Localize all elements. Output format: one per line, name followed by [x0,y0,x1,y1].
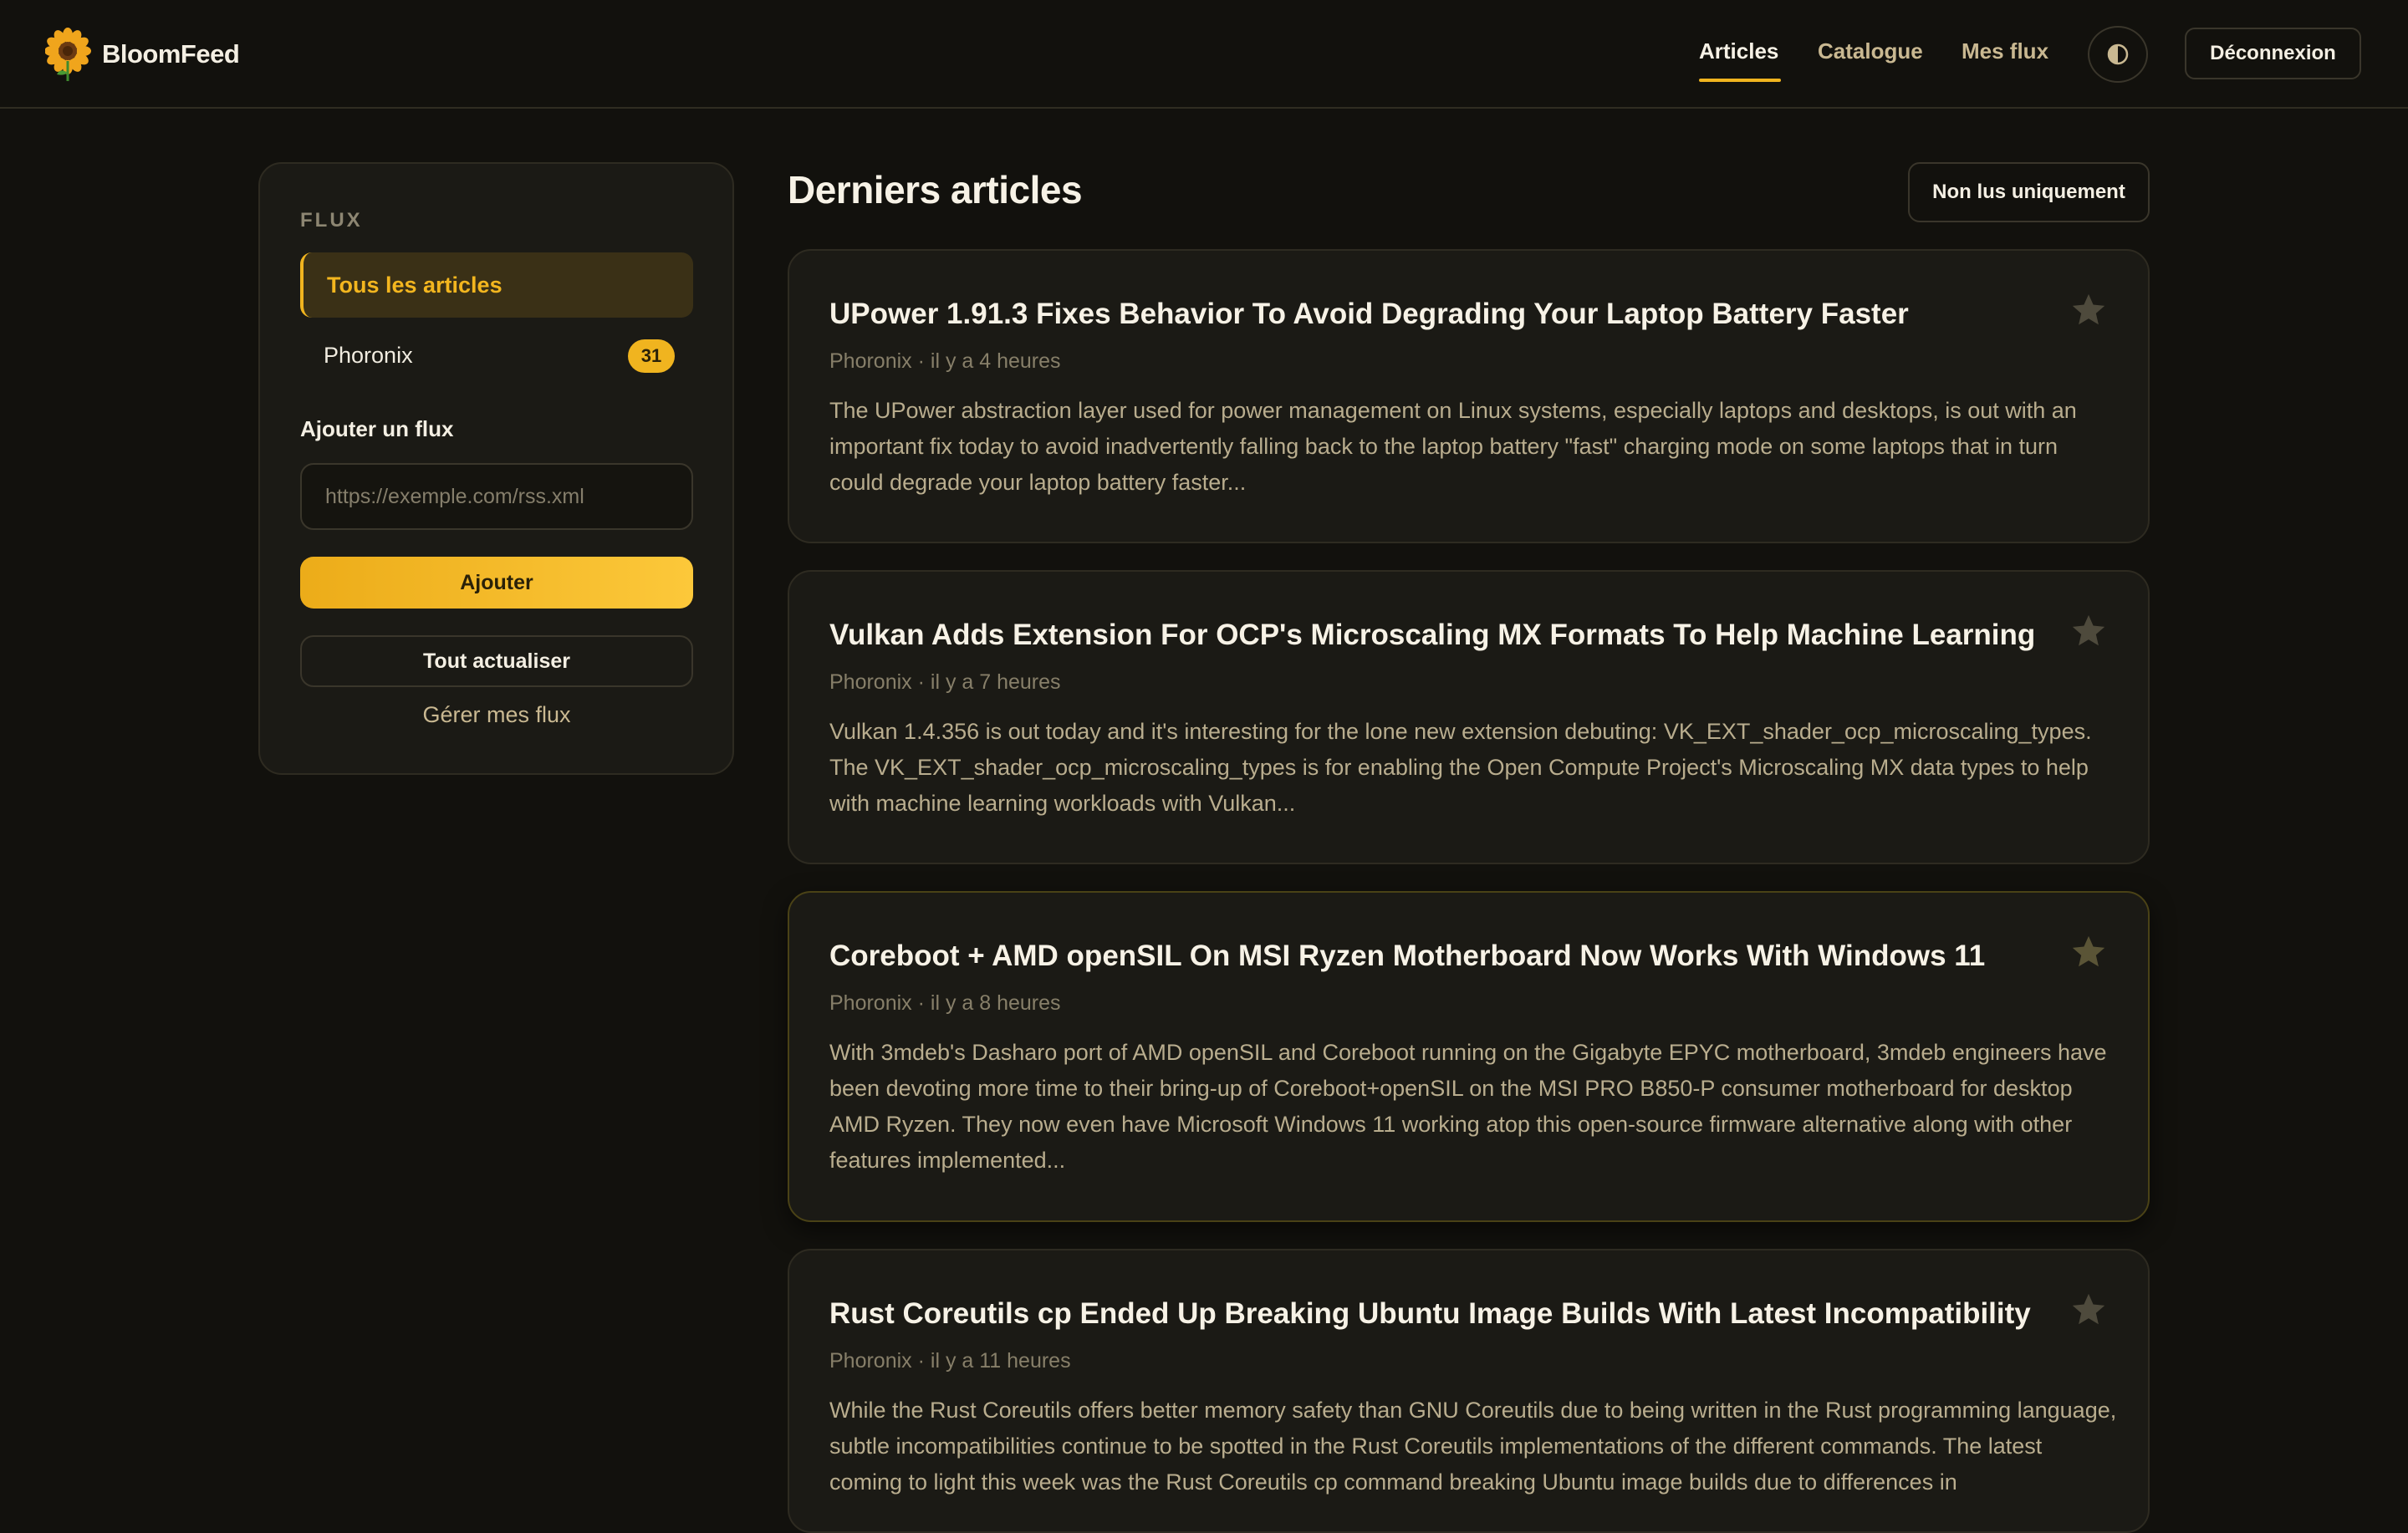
main-nav: Articles Catalogue Mes flux [0,0,2408,109]
article-meta: Phoronix · il y a 4 heures [829,349,1061,373]
article-card[interactable]: Vulkan Adds Extension For OCP's Microsca… [788,570,2150,864]
article-meta: Phoronix · il y a 11 heures [829,1349,1071,1373]
nav-mes-flux[interactable]: Mes flux [1962,38,2048,64]
article-meta: Phoronix · il y a 8 heures [829,991,1061,1015]
logout-button[interactable]: Déconnexion [2185,28,2361,79]
feed-url-input[interactable] [300,463,693,530]
contrast-icon [2107,43,2129,65]
star-icon[interactable] [2069,291,2108,329]
sidebar: FLUX Tous les articles Phoronix 31 Ajout… [258,162,734,775]
article-excerpt: Vulkan 1.4.356 is out today and it's int… [829,719,2092,816]
article-excerpt: The UPower abstraction layer used for po… [829,398,2077,495]
star-icon[interactable] [2069,933,2108,971]
active-nav-indicator [1699,79,1781,82]
sidebar-item-label: Tous les articles [327,272,503,298]
sidebar-heading: FLUX [300,209,363,232]
refresh-all-button[interactable]: Tout actualiser [300,635,693,687]
unread-count-badge: 31 [628,339,675,373]
sidebar-item-phoronix[interactable]: Phoronix 31 [300,323,693,388]
article-title[interactable]: UPower 1.91.3 Fixes Behavior To Avoid De… [829,296,2050,333]
theme-toggle-button[interactable] [2088,26,2148,83]
sidebar-item-label: Phoronix [324,342,413,368]
add-feed-button[interactable]: Ajouter [300,557,693,609]
article-title[interactable]: Coreboot + AMD openSIL On MSI Ryzen Moth… [829,938,2050,975]
nav-catalogue[interactable]: Catalogue [1818,38,1923,64]
nav-articles[interactable]: Articles [1699,38,1778,64]
article-meta: Phoronix · il y a 7 heures [829,670,1061,694]
article-excerpt: While the Rust Coreutils offers better m… [829,1398,2117,1495]
article-card[interactable]: UPower 1.91.3 Fixes Behavior To Avoid De… [788,249,2150,543]
article-title[interactable]: Vulkan Adds Extension For OCP's Microsca… [829,617,2050,654]
page-title: Derniers articles [788,168,1083,211]
article-card[interactable]: Rust Coreutils cp Ended Up Breaking Ubun… [788,1249,2150,1533]
article-card[interactable]: Coreboot + AMD openSIL On MSI Ryzen Moth… [788,891,2150,1222]
star-icon[interactable] [2069,612,2108,650]
manage-feeds-link[interactable]: Gérer mes flux [300,702,693,728]
article-title[interactable]: Rust Coreutils cp Ended Up Breaking Ubun… [829,1296,2050,1332]
add-feed-label: Ajouter un flux [300,416,454,441]
article-excerpt: With 3mdeb's Dasharo port of AMD openSIL… [829,1040,2107,1173]
unread-only-button[interactable]: Non lus uniquement [1908,162,2150,222]
sidebar-item-all-articles[interactable]: Tous les articles [300,252,693,318]
star-icon[interactable] [2069,1291,2108,1329]
top-bar: BloomFeed Articles Catalogue Mes flux Dé… [0,0,2408,109]
